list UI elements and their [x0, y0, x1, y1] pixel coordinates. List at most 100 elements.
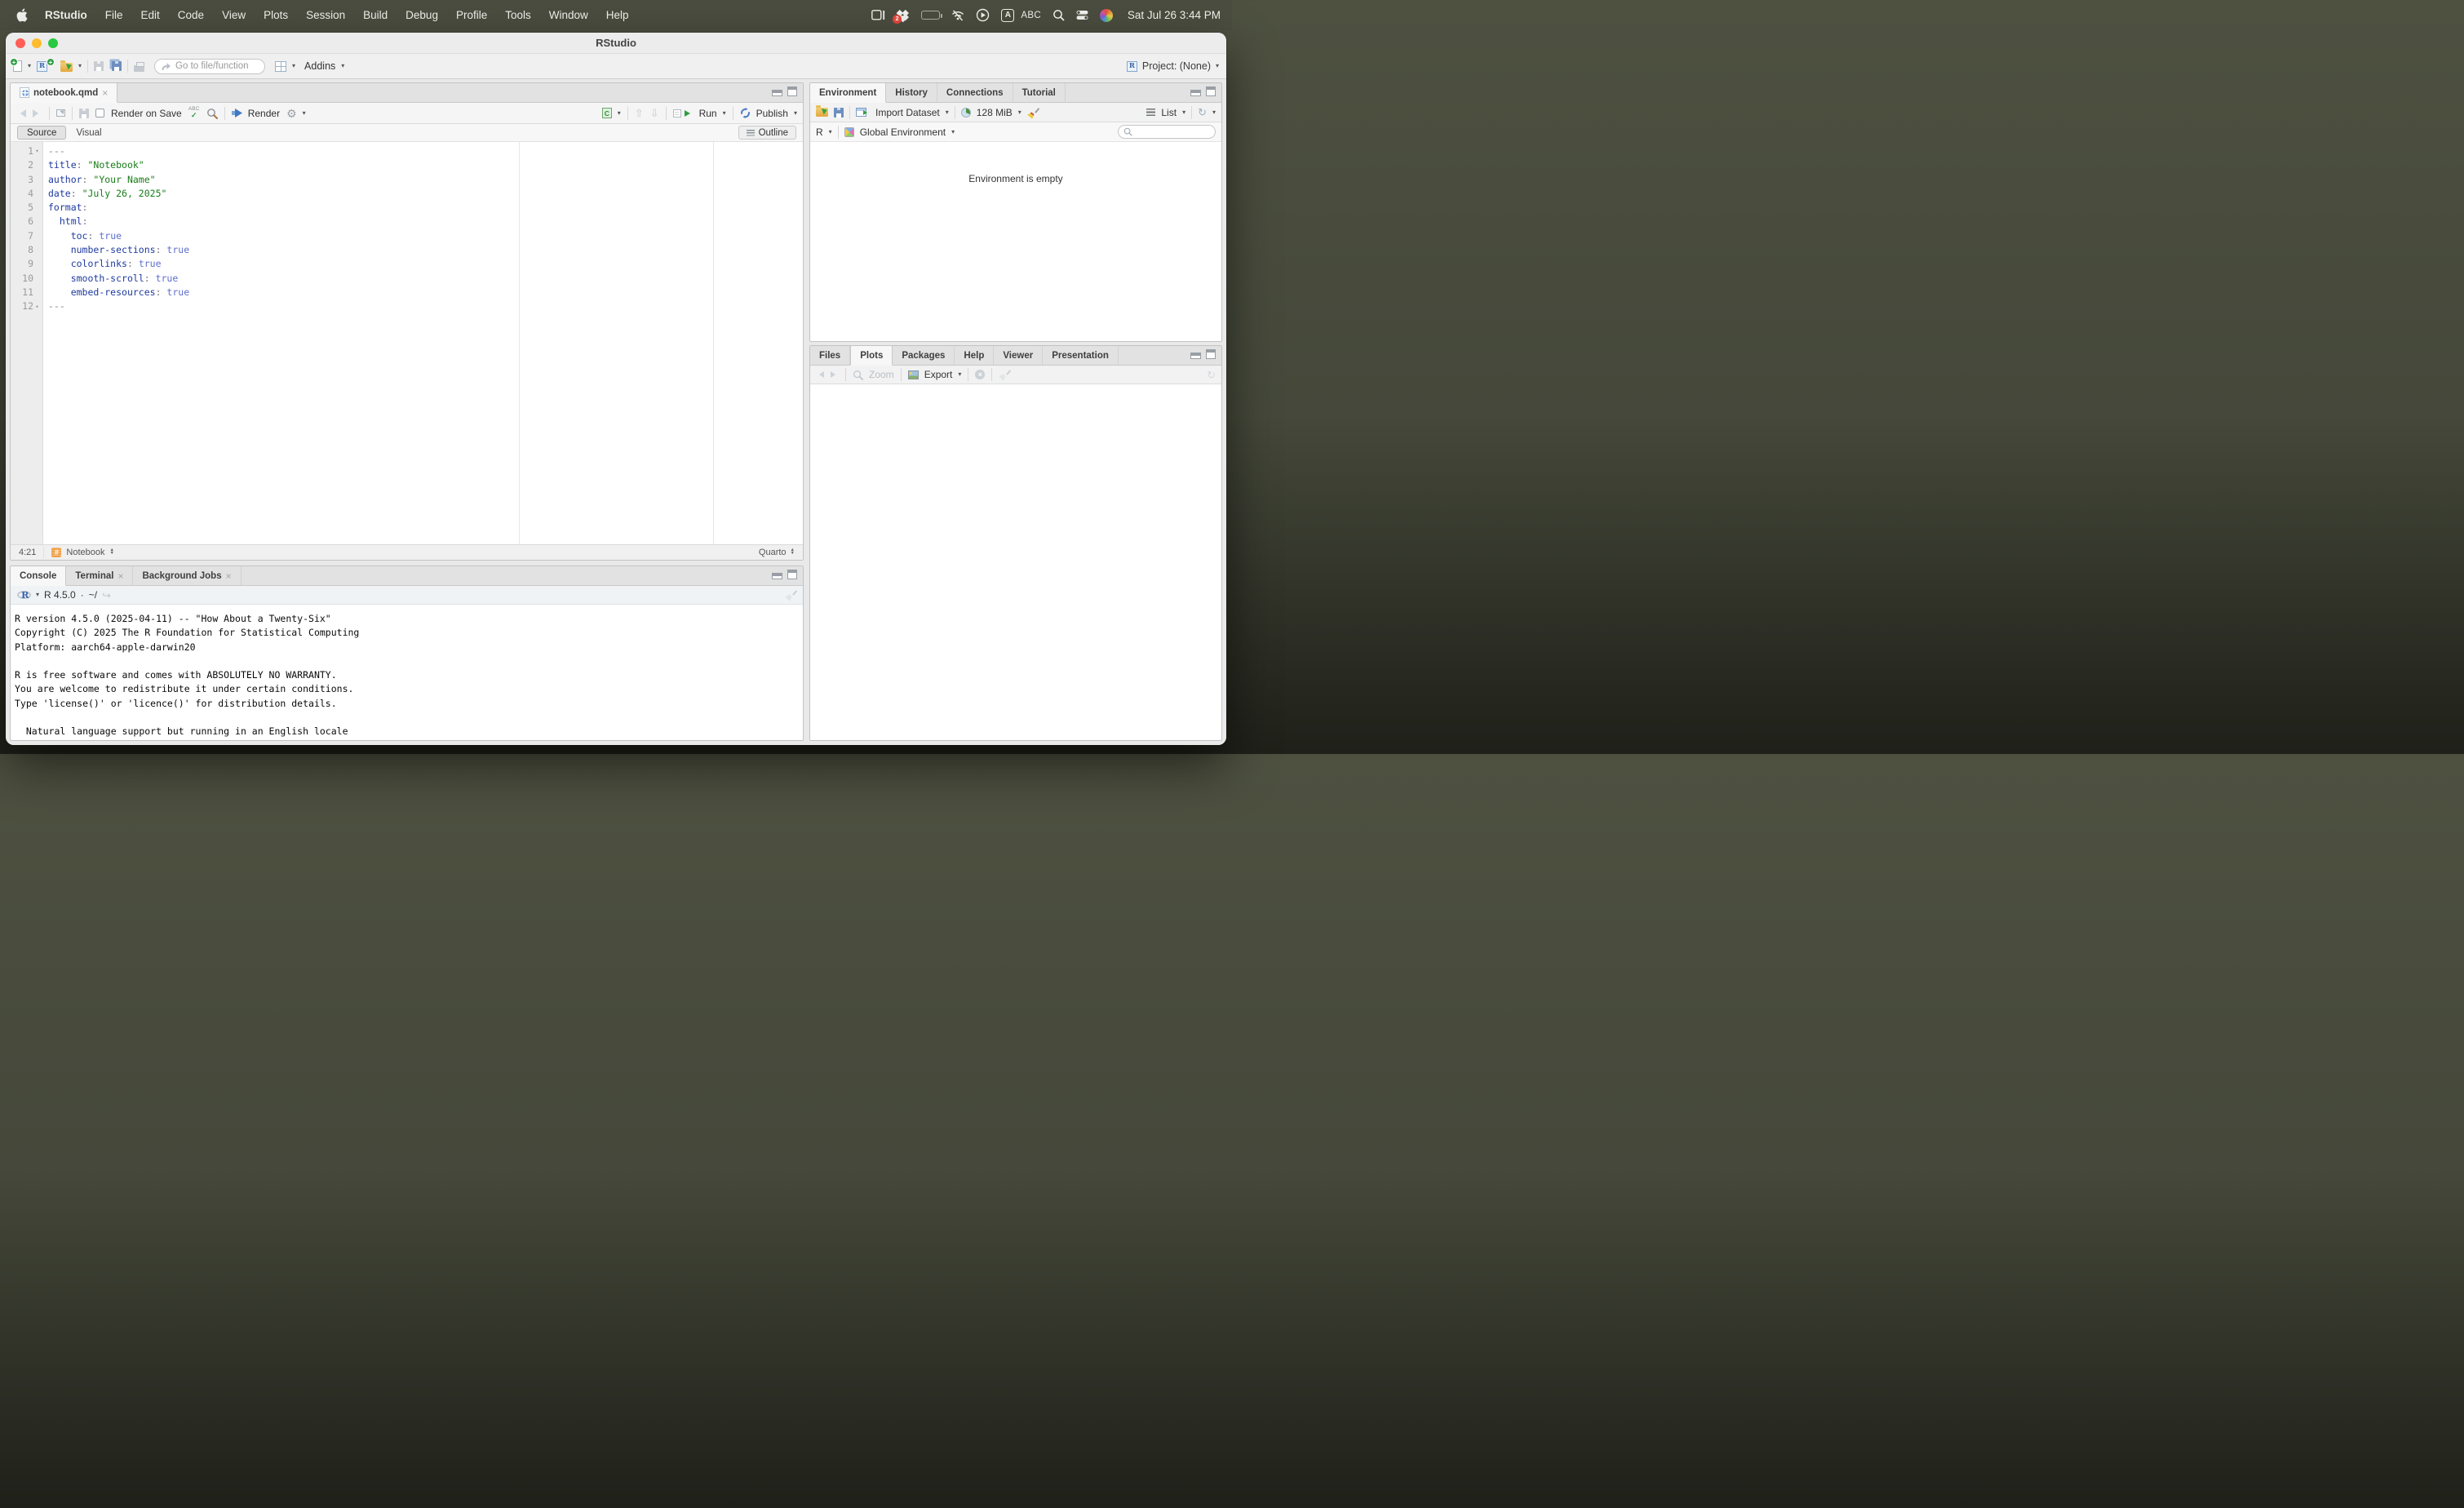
- wifi-off-icon[interactable]: [951, 10, 964, 21]
- minimize-pane-icon[interactable]: [1190, 90, 1201, 96]
- find-replace-icon[interactable]: [206, 108, 218, 119]
- chevron-down-icon[interactable]: ▾: [36, 592, 39, 598]
- addins-button[interactable]: Addins ▾: [304, 60, 344, 72]
- save-document-button[interactable]: [79, 109, 89, 118]
- print-button[interactable]: [134, 65, 144, 72]
- load-workspace-icon[interactable]: [816, 108, 828, 117]
- code-editor[interactable]: 1▾23456789101112▴ ---title: "Notebook"au…: [11, 142, 803, 544]
- format-selector[interactable]: Quarto ▲ ▼: [759, 548, 795, 557]
- menu-help[interactable]: Help: [597, 9, 638, 21]
- save-button[interactable]: [94, 61, 104, 71]
- clear-console-icon[interactable]: [785, 589, 796, 601]
- menu-edit[interactable]: Edit: [132, 9, 169, 21]
- menu-plots[interactable]: Plots: [255, 9, 297, 21]
- close-icon[interactable]: ×: [102, 88, 108, 98]
- visual-mode-button[interactable]: Visual: [76, 128, 101, 138]
- list-view-button[interactable]: List ▾: [1146, 107, 1185, 118]
- tab-console[interactable]: Console: [11, 566, 66, 586]
- goto-directory-icon[interactable]: ↪: [102, 590, 111, 601]
- tab-help[interactable]: Help: [955, 346, 994, 365]
- render-on-save-checkbox[interactable]: [95, 109, 104, 118]
- menu-view[interactable]: View: [213, 9, 255, 21]
- maximize-pane-icon[interactable]: [1206, 349, 1216, 359]
- menu-file[interactable]: File: [96, 9, 132, 21]
- goto-file-search[interactable]: [154, 59, 265, 74]
- maximize-pane-icon[interactable]: [787, 86, 797, 96]
- input-source-icon[interactable]: A: [1001, 9, 1014, 22]
- r-logo-icon[interactable]: R: [17, 590, 31, 601]
- scope-selector[interactable]: Global Environment ▾: [844, 126, 955, 138]
- project-menu-button[interactable]: R Project: (None) ▾: [1127, 60, 1219, 72]
- run-previous-icon[interactable]: ⇧: [635, 108, 644, 118]
- play-icon[interactable]: [976, 8, 990, 22]
- menu-code[interactable]: Code: [169, 9, 213, 21]
- tab-files[interactable]: Files: [810, 346, 850, 365]
- zoom-window-button[interactable]: [48, 38, 58, 48]
- console-output[interactable]: R version 4.5.0 (2025-04-11) -- "How Abo…: [11, 605, 803, 740]
- menu-session[interactable]: Session: [297, 9, 354, 21]
- spellcheck-icon[interactable]: ABC ✓: [188, 107, 200, 119]
- menu-debug[interactable]: Debug: [397, 9, 447, 21]
- source-mode-button[interactable]: Source: [17, 126, 66, 140]
- render-settings-button[interactable]: ⚙ ▾: [286, 108, 306, 119]
- close-icon[interactable]: ×: [226, 571, 232, 581]
- close-icon[interactable]: ×: [117, 571, 123, 581]
- language-selector[interactable]: R ▾: [816, 126, 832, 138]
- spotlight-icon[interactable]: [1053, 9, 1065, 21]
- menu-window[interactable]: Window: [540, 9, 597, 21]
- tab-connections[interactable]: Connections: [937, 83, 1013, 102]
- refresh-environment-button[interactable]: ↻ ▾: [1198, 107, 1216, 118]
- tab-tutorial[interactable]: Tutorial: [1013, 83, 1066, 102]
- tab-presentation[interactable]: Presentation: [1043, 346, 1119, 365]
- clear-workspace-icon[interactable]: [1027, 107, 1039, 118]
- render-button[interactable]: Render: [232, 108, 280, 119]
- open-new-window-icon[interactable]: [56, 109, 65, 117]
- chunk-navigator[interactable]: # Notebook ▲ ▼: [51, 548, 114, 557]
- user-app-icon[interactable]: [1100, 9, 1113, 22]
- open-file-button[interactable]: ▾: [60, 60, 82, 72]
- pane-layout-button[interactable]: ▾: [275, 61, 295, 72]
- clear-plots-icon[interactable]: [999, 369, 1010, 380]
- tab-notebook-qmd[interactable]: notebook.qmd ×: [11, 83, 117, 103]
- menu-build[interactable]: Build: [354, 9, 397, 21]
- environment-search[interactable]: [1118, 125, 1216, 139]
- outline-button[interactable]: Outline: [738, 126, 796, 140]
- goto-file-input[interactable]: [175, 61, 259, 71]
- save-workspace-icon[interactable]: [834, 108, 844, 118]
- new-file-button[interactable]: + ▾: [13, 60, 31, 72]
- previous-plot-icon[interactable]: [816, 371, 824, 378]
- dropbox-icon[interactable]: 2: [897, 10, 910, 21]
- save-all-button[interactable]: [112, 61, 122, 71]
- tab-background-jobs[interactable]: Background Jobs ×: [133, 566, 241, 585]
- next-plot-icon[interactable]: [831, 371, 839, 378]
- run-next-icon[interactable]: ⇩: [650, 108, 659, 118]
- tab-terminal[interactable]: Terminal ×: [66, 566, 133, 585]
- sidecar-icon[interactable]: [871, 10, 885, 20]
- publish-button[interactable]: Publish ▾: [740, 108, 797, 119]
- tab-plots[interactable]: Plots: [850, 346, 893, 366]
- tab-environment[interactable]: Environment: [810, 83, 886, 103]
- minimize-pane-icon[interactable]: [1190, 353, 1201, 359]
- back-icon[interactable]: [16, 109, 26, 118]
- apple-menu[interactable]: [11, 8, 36, 22]
- zoom-plot-button[interactable]: Zoom: [853, 369, 894, 380]
- tab-packages[interactable]: Packages: [893, 346, 955, 365]
- control-center-icon[interactable]: [1076, 10, 1088, 20]
- maximize-pane-icon[interactable]: [787, 570, 797, 579]
- close-window-button[interactable]: [16, 38, 25, 48]
- menubar-clock[interactable]: Sat Jul 26 3:44 PM: [1124, 9, 1221, 21]
- export-plot-button[interactable]: Export ▾: [908, 369, 962, 380]
- environment-search-input[interactable]: [1136, 127, 1210, 137]
- new-project-button[interactable]: R +: [37, 61, 55, 72]
- minimize-pane-icon[interactable]: [772, 90, 782, 96]
- maximize-pane-icon[interactable]: [1206, 86, 1216, 96]
- menu-app-name[interactable]: RStudio: [36, 9, 96, 21]
- tab-viewer[interactable]: Viewer: [994, 346, 1043, 365]
- run-button[interactable]: Run ▾: [673, 108, 726, 119]
- battery-icon[interactable]: [921, 11, 940, 20]
- remove-plot-icon[interactable]: ×: [975, 370, 985, 379]
- menu-tools[interactable]: Tools: [496, 9, 540, 21]
- tab-history[interactable]: History: [886, 83, 937, 102]
- refresh-plots-icon[interactable]: ↻: [1207, 370, 1216, 380]
- forward-icon[interactable]: [33, 109, 42, 118]
